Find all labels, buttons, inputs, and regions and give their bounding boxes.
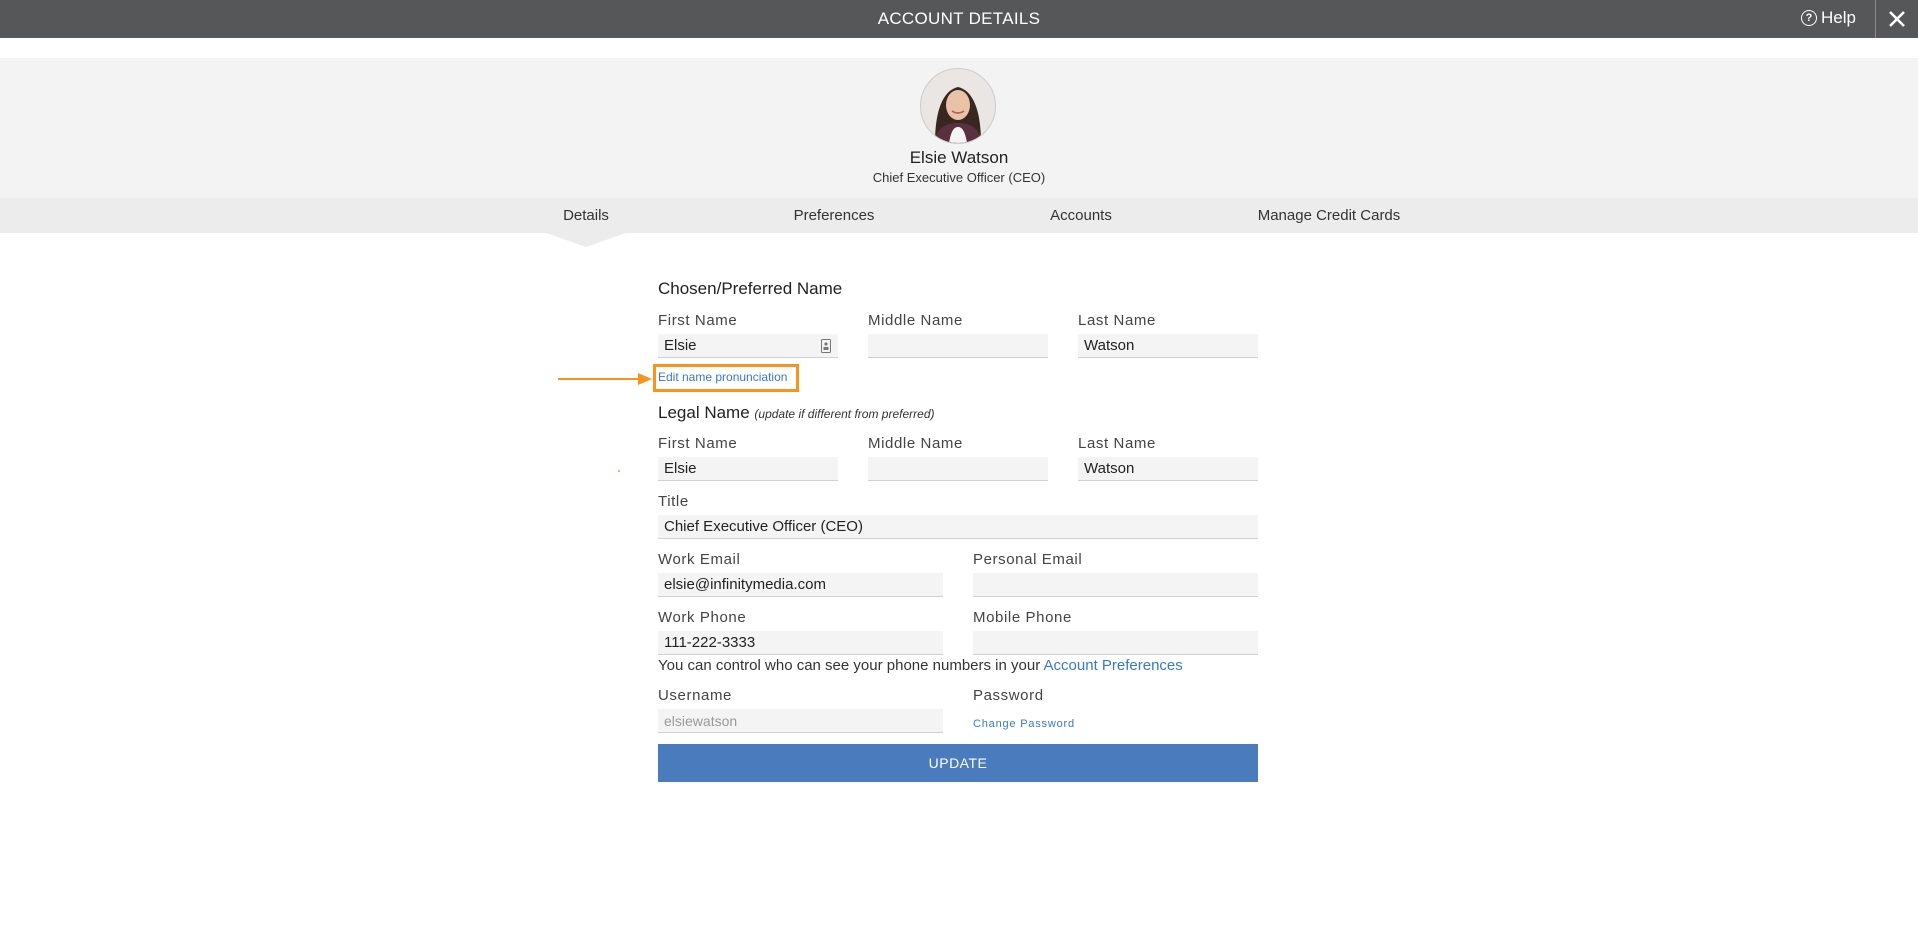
tab-bar: Details Preferences Accounts Manage Cred… — [0, 198, 1918, 233]
update-button[interactable]: UPDATE — [658, 744, 1258, 782]
legal-name-heading: Legal Name (update if different from pre… — [658, 403, 935, 423]
chosen-name-heading: Chosen/Preferred Name — [658, 279, 843, 298]
account-preferences-link[interactable]: Account Preferences — [1044, 657, 1183, 674]
work-phone-input[interactable]: 111-222-3333 — [658, 631, 943, 655]
contact-card-icon — [821, 339, 831, 353]
top-bar: ACCOUNT DETAILS ? Help — [0, 0, 1918, 38]
profile-header: Elsie Watson Chief Executive Officer (CE… — [0, 58, 1918, 198]
tab-preferences[interactable]: Preferences — [794, 207, 875, 224]
mobile-phone-input[interactable] — [973, 631, 1258, 655]
legal-name-heading-text: Legal Name — [658, 403, 750, 422]
close-icon — [1889, 11, 1905, 27]
profile-title: Chief Executive Officer (CEO) — [872, 170, 1046, 185]
legal-first-name-label: First Name — [658, 435, 738, 452]
chosen-last-name-label: Last Name — [1078, 312, 1156, 329]
legal-name-subheading: (update if different from preferred) — [754, 407, 935, 421]
close-button[interactable] — [1875, 0, 1918, 38]
tab-details[interactable]: Details — [563, 207, 609, 224]
edit-name-pronunciation-link[interactable]: Edit name pronunciation — [658, 370, 787, 384]
tab-accounts[interactable]: Accounts — [1050, 207, 1112, 224]
active-tab-indicator — [546, 233, 626, 247]
phone-visibility-note: You can control who can see your phone n… — [658, 657, 1183, 674]
chosen-first-name-label: First Name — [658, 312, 738, 329]
username-label: Username — [658, 687, 732, 704]
personal-email-label: Personal Email — [973, 551, 1083, 568]
phone-note-text: You can control who can see your phone n… — [658, 657, 1041, 674]
chosen-last-name-input[interactable]: Watson — [1078, 334, 1258, 358]
password-label: Password — [973, 687, 1044, 704]
chosen-middle-name-label: Middle Name — [868, 312, 963, 329]
title-input[interactable]: Chief Executive Officer (CEO) — [658, 515, 1258, 539]
legal-middle-name-label: Middle Name — [868, 435, 963, 452]
avatar — [920, 68, 996, 144]
help-button[interactable]: ? Help — [1801, 8, 1856, 28]
chosen-first-name-input[interactable]: Elsie — [658, 334, 838, 358]
annotation-arrow-icon — [558, 373, 652, 385]
work-phone-label: Work Phone — [658, 609, 747, 626]
tab-manage-credit-cards[interactable]: Manage Credit Cards — [1258, 207, 1401, 224]
annotation-dot — [618, 470, 620, 472]
legal-last-name-label: Last Name — [1078, 435, 1156, 452]
username-field: elsiewatson — [658, 709, 943, 733]
title-label: Title — [658, 493, 689, 510]
profile-name: Elsie Watson — [909, 148, 1009, 167]
change-password-link[interactable]: Change Password — [973, 718, 1075, 730]
personal-email-input[interactable] — [973, 573, 1258, 597]
legal-last-name-input[interactable]: Watson — [1078, 457, 1258, 481]
help-icon: ? — [1801, 10, 1818, 26]
legal-first-name-input[interactable]: Elsie — [658, 457, 838, 481]
legal-middle-name-input[interactable] — [868, 457, 1048, 481]
work-email-label: Work Email — [658, 551, 741, 568]
chosen-middle-name-input[interactable] — [868, 334, 1048, 358]
work-email-input[interactable]: elsie@infinitymedia.com — [658, 573, 943, 597]
page-title: ACCOUNT DETAILS — [877, 9, 1041, 28]
help-label: Help — [1821, 8, 1856, 27]
mobile-phone-label: Mobile Phone — [973, 609, 1072, 626]
